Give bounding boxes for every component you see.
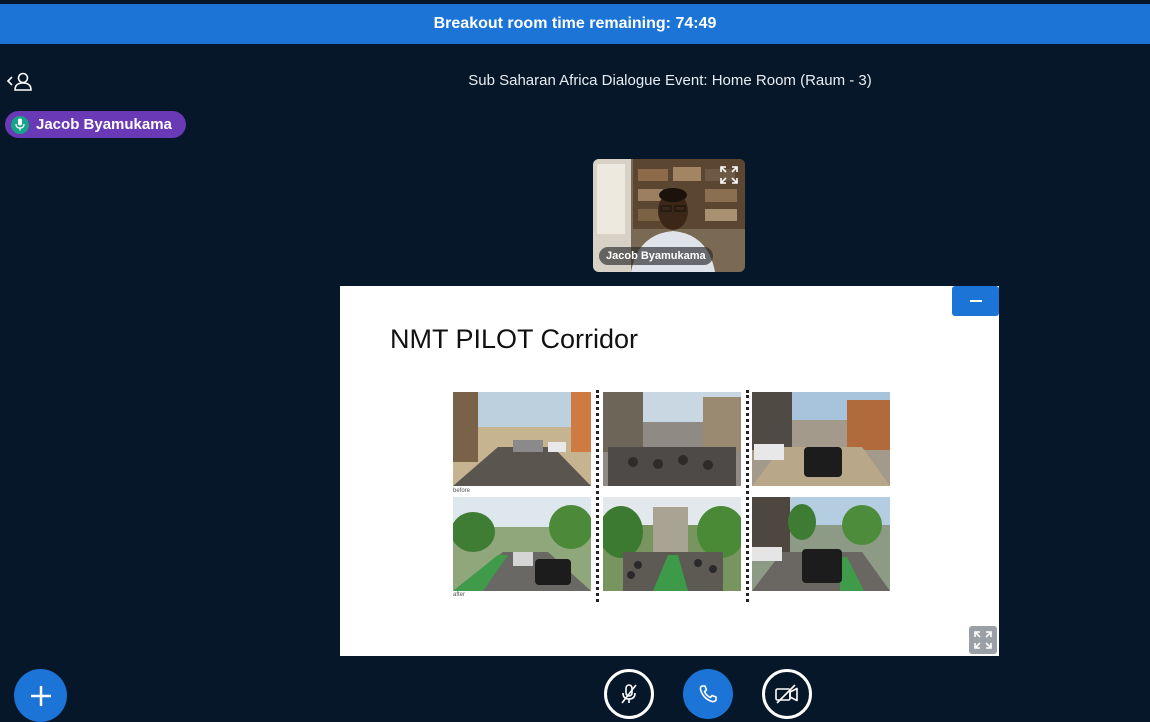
camera-off-icon	[775, 684, 798, 704]
minimize-presentation-button[interactable]	[952, 286, 999, 316]
presentation-fullscreen-button[interactable]	[969, 626, 997, 654]
back-users-icon	[6, 72, 32, 91]
breakout-timer-banner: Breakout room time remaining: 74:49	[0, 4, 1150, 44]
microphone-off-icon	[621, 684, 637, 704]
caption-before: before	[453, 488, 471, 494]
webcam-video[interactable]: Jacob Byamukama	[593, 159, 745, 272]
slide-divider	[596, 390, 599, 602]
fullscreen-icon	[720, 166, 738, 184]
slide-photo-after-3	[752, 497, 890, 591]
slide-title: NMT PILOT Corridor	[390, 324, 639, 354]
actions-plus-button[interactable]	[14, 669, 67, 722]
caption-after: after	[453, 592, 466, 598]
phone-icon	[699, 685, 717, 703]
meeting-title: Sub Saharan Africa Dialogue Event: Home …	[468, 72, 872, 89]
toggle-userlist-button[interactable]	[6, 68, 36, 94]
minimize-icon	[969, 300, 982, 302]
presentation-area: NMT PILOT Corridor before after	[340, 286, 999, 656]
plus-icon	[30, 685, 51, 706]
talking-indicator[interactable]: Jacob Byamukama	[5, 111, 186, 138]
webcam-user-name: Jacob Byamukama	[599, 247, 713, 265]
slide-photo-before-3	[752, 392, 890, 486]
webcam-fullscreen-button[interactable]	[718, 164, 740, 186]
video-button[interactable]	[762, 669, 812, 719]
slide-photo-after-1	[453, 497, 591, 591]
unmute-button[interactable]	[604, 669, 654, 719]
audio-button[interactable]	[683, 669, 733, 719]
talker-name: Jacob Byamukama	[36, 116, 172, 133]
breakout-timer-text: Breakout room time remaining: 74:49	[433, 15, 717, 32]
slide-photo-before-1	[453, 392, 591, 486]
slide-divider	[746, 390, 749, 602]
fullscreen-icon	[974, 631, 992, 649]
slide-photo-after-2	[603, 497, 741, 591]
slide-photo-before-2	[603, 392, 741, 486]
microphone-icon	[11, 115, 29, 134]
